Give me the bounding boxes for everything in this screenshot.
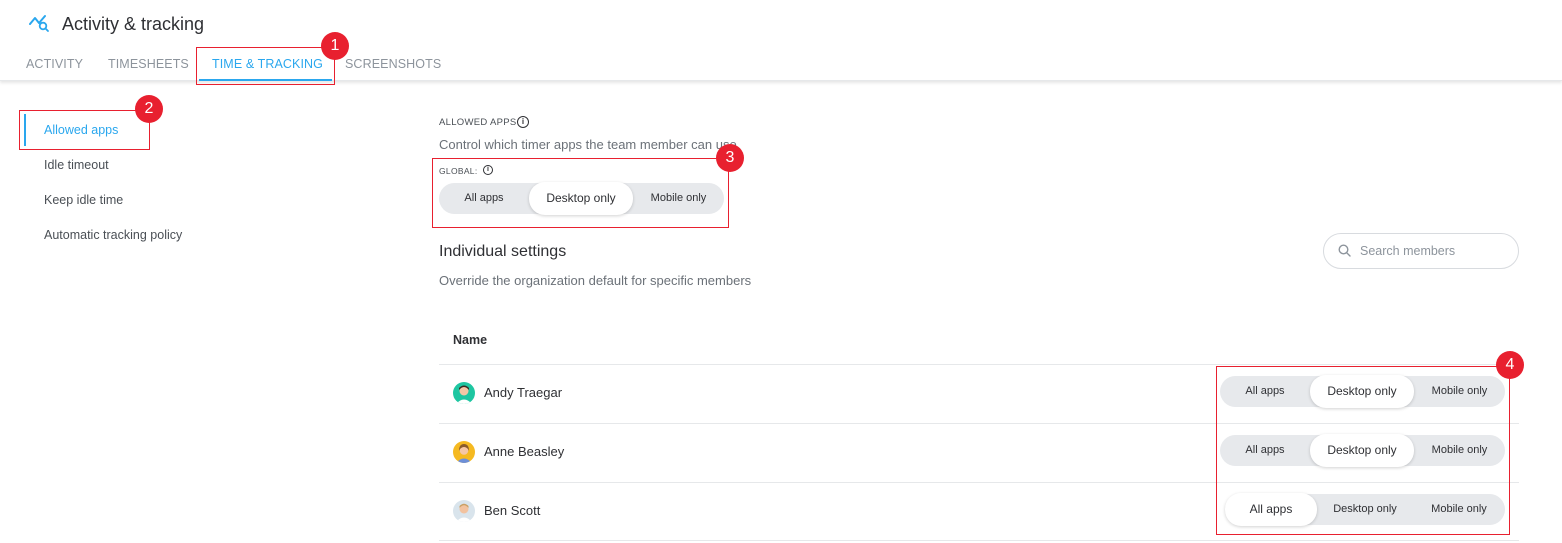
allowed-apps-description: Control which timer apps the team member… <box>439 137 737 152</box>
annotation-badge-1: 1 <box>321 32 349 60</box>
info-icon[interactable]: i <box>517 116 529 128</box>
annotation-box-1 <box>196 47 335 85</box>
activity-chart-icon <box>29 15 49 32</box>
sidebar-item-keep-idle-time[interactable]: Keep idle time <box>44 193 123 207</box>
member-name: Andy Traegar <box>484 385 563 400</box>
annotation-badge-3: 3 <box>716 144 744 172</box>
column-header-name: Name <box>453 333 488 347</box>
table-divider <box>439 540 1519 541</box>
tab-activity[interactable]: ACTIVITY <box>26 57 83 71</box>
tab-timesheets[interactable]: TIMESHEETS <box>108 57 189 71</box>
sidebar-item-automatic-tracking-policy[interactable]: Automatic tracking policy <box>44 228 182 242</box>
sidebar-item-idle-timeout[interactable]: Idle timeout <box>44 158 109 172</box>
allowed-apps-label: ALLOWED APPS <box>439 117 517 128</box>
search-input[interactable]: Search members <box>1360 244 1455 258</box>
member-name: Anne Beasley <box>484 444 565 459</box>
annotation-box-3 <box>432 158 729 228</box>
avatar <box>453 500 475 522</box>
annotation-badge-4: 4 <box>1496 351 1524 379</box>
annotation-box-2 <box>19 110 150 150</box>
table-divider <box>439 364 1519 365</box>
search-icon <box>1338 244 1351 257</box>
page-title: Activity & tracking <box>62 14 205 34</box>
avatar <box>453 441 475 463</box>
annotation-box-4 <box>1216 366 1510 535</box>
individual-settings-title: Individual settings <box>439 243 567 260</box>
individual-settings-description: Override the organization default for sp… <box>439 273 752 288</box>
search-members-field[interactable]: Search members <box>1323 233 1519 269</box>
annotation-badge-2: 2 <box>135 95 163 123</box>
member-name: Ben Scott <box>484 503 541 518</box>
tab-screenshots[interactable]: SCREENSHOTS <box>345 57 441 71</box>
avatar <box>453 382 475 404</box>
